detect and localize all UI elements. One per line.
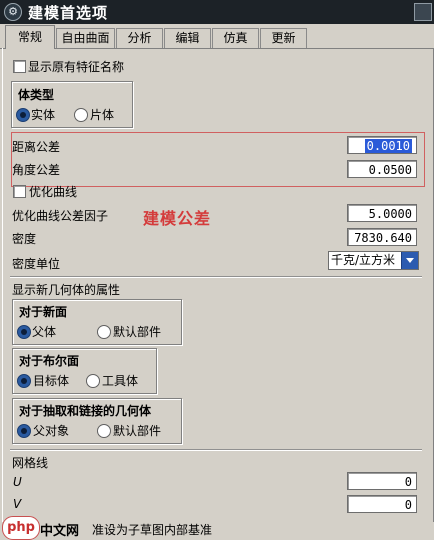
show-original-feature-names-checkbox[interactable] bbox=[13, 60, 26, 73]
body-type-title: 体类型 bbox=[18, 88, 55, 102]
new-face-parent-radio[interactable] bbox=[17, 325, 31, 339]
grid-u-input[interactable]: 0 bbox=[347, 472, 417, 490]
gear-icon[interactable]: ⚙ bbox=[4, 3, 22, 21]
extracted-geometry-default-part-radio[interactable] bbox=[97, 424, 111, 438]
divider bbox=[10, 276, 422, 278]
new-face-default-part-label: 默认部件 bbox=[113, 325, 162, 339]
grid-v-label: V bbox=[13, 497, 22, 511]
density-unit-value: 千克/立方米 bbox=[331, 253, 396, 267]
watermark-text: 中文网 bbox=[40, 524, 80, 539]
dialog-title: 建模首选项 bbox=[28, 4, 109, 22]
tab-general[interactable]: 常规 bbox=[5, 25, 55, 49]
distance-tolerance-label: 距离公差 bbox=[12, 140, 61, 154]
tab-simulation[interactable]: 仿真 bbox=[212, 28, 259, 48]
grid-v-input[interactable]: 0 bbox=[347, 495, 417, 513]
density-label: 密度 bbox=[12, 232, 37, 246]
title-bar[interactable]: ⚙ 建模首选项 bbox=[0, 0, 434, 24]
distance-tolerance-input[interactable]: 0.0010 bbox=[347, 136, 417, 154]
boolean-face-target-label: 目标体 bbox=[33, 374, 70, 388]
optimize-curves-label: 优化曲线 bbox=[29, 185, 78, 199]
modeling-tolerance-annotation: 建模公差 bbox=[143, 209, 212, 228]
modeling-preferences-dialog: ⚙ 建模首选项 常规 自由曲面 分析 编辑 仿真 更新 显示原有特征名称 体类型… bbox=[0, 0, 434, 540]
optimize-factor-input[interactable]: 5.0000 bbox=[347, 204, 417, 222]
chevron-down-icon[interactable] bbox=[401, 252, 418, 269]
window-button[interactable] bbox=[414, 3, 432, 21]
angle-tolerance-input[interactable]: 0.0500 bbox=[347, 160, 417, 178]
sketch-datum-label: 准设为子草图内部基准 bbox=[92, 523, 213, 537]
show-original-feature-names-label: 显示原有特征名称 bbox=[28, 60, 125, 74]
tab-update[interactable]: 更新 bbox=[260, 28, 307, 48]
extracted-geometry-title: 对于抽取和链接的几何体 bbox=[19, 404, 152, 418]
grid-u-label: U bbox=[13, 475, 22, 489]
new-face-parent-label: 父体 bbox=[32, 325, 57, 339]
optimize-factor-label: 优化曲线公差因子 bbox=[12, 209, 109, 223]
body-type-solid-label: 实体 bbox=[31, 108, 56, 122]
new-face-title: 对于新面 bbox=[19, 305, 68, 319]
body-type-sheet-label: 片体 bbox=[90, 108, 115, 122]
boolean-face-tool-radio[interactable] bbox=[86, 374, 100, 388]
tab-edit[interactable]: 编辑 bbox=[164, 28, 211, 48]
density-input[interactable]: 7830.640 bbox=[347, 228, 417, 246]
angle-tolerance-label: 角度公差 bbox=[12, 163, 61, 177]
density-unit-select[interactable]: 千克/立方米 bbox=[328, 251, 419, 270]
extracted-geometry-parent-label: 父对象 bbox=[33, 424, 70, 438]
tab-strip: 常规 自由曲面 分析 编辑 仿真 更新 bbox=[0, 24, 434, 49]
divider bbox=[10, 449, 422, 451]
watermark-logo: php bbox=[2, 516, 40, 540]
extracted-geometry-default-part-label: 默认部件 bbox=[113, 424, 162, 438]
grid-lines-title: 网格线 bbox=[12, 456, 49, 470]
density-unit-label: 密度单位 bbox=[12, 257, 61, 271]
new-geometry-section-title: 显示新几何体的属性 bbox=[12, 283, 121, 297]
new-face-default-part-radio[interactable] bbox=[97, 325, 111, 339]
body-type-solid-radio[interactable] bbox=[16, 108, 30, 122]
tab-analysis[interactable]: 分析 bbox=[116, 28, 163, 48]
boolean-face-target-radio[interactable] bbox=[17, 374, 31, 388]
boolean-face-title: 对于布尔面 bbox=[19, 354, 80, 368]
optimize-curves-checkbox[interactable] bbox=[13, 185, 26, 198]
tab-freeform[interactable]: 自由曲面 bbox=[56, 28, 115, 48]
body-type-sheet-radio[interactable] bbox=[74, 108, 88, 122]
boolean-face-tool-label: 工具体 bbox=[102, 374, 139, 388]
extracted-geometry-parent-radio[interactable] bbox=[17, 424, 31, 438]
